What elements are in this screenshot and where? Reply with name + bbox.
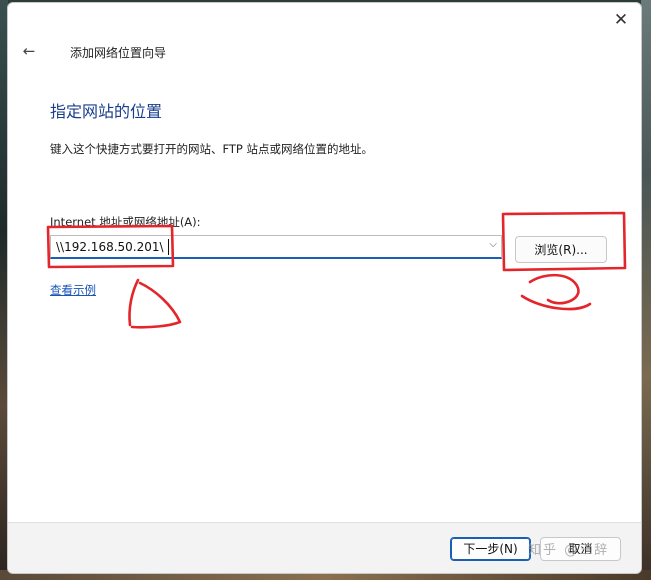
view-example-link[interactable]: 查看示例 (50, 282, 96, 298)
chevron-down-icon[interactable]: ⌵ (489, 239, 497, 250)
next-button[interactable]: 下一步(N) (450, 537, 531, 561)
address-label: Internet 地址或网络地址(A): (50, 215, 201, 229)
desktop-wallpaper-right (641, 0, 651, 580)
watermark: 知乎 @三辞 (528, 543, 610, 558)
wizard-title: 添加网络位置向导 (70, 46, 167, 60)
page-heading: 指定网站的位置 (50, 102, 163, 121)
back-button[interactable]: ← (16, 39, 42, 63)
address-input[interactable]: \\192.168.50.201\ ⌵ (50, 235, 502, 259)
text-caret (168, 239, 169, 255)
add-network-location-wizard: ✕ ← 添加网络位置向导 指定网站的位置 键入这个快捷方式要打开的网站、FTP … (7, 2, 642, 574)
close-icon: ✕ (613, 10, 629, 30)
back-arrow-icon: ← (22, 42, 36, 60)
browse-button[interactable]: 浏览(R)... (515, 236, 607, 263)
address-input-value: \\192.168.50.201\ (56, 240, 164, 254)
close-button[interactable]: ✕ (607, 7, 635, 33)
instruction-text: 键入这个快捷方式要打开的网站、FTP 站点或网络位置的地址。 (50, 142, 374, 156)
